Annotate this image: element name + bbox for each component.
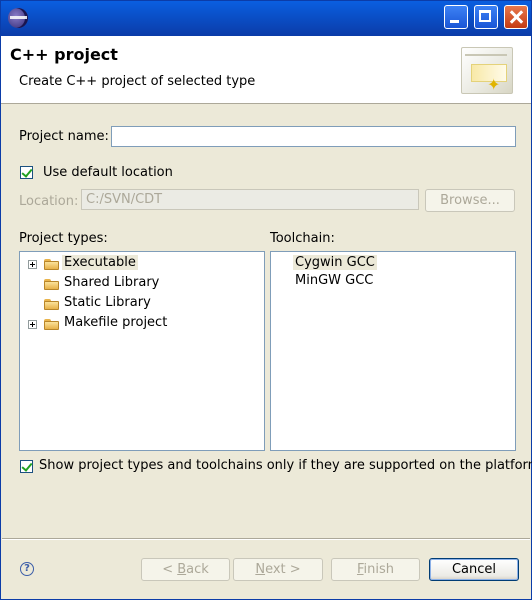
list-item-mingw-gcc[interactable]: MinGW GCC [293,273,375,288]
project-name-input[interactable] [111,126,516,147]
folder-icon [44,319,60,331]
finish-button: Finish [331,558,420,581]
location-label: Location: [19,194,79,209]
page-title: C++ project [10,45,118,64]
plus-expander-icon[interactable] [28,260,37,269]
project-types-label: Project types: [19,231,108,246]
use-default-location-label[interactable]: Use default location [43,165,173,180]
browse-button: Browse... [425,189,515,212]
toolchain-list[interactable]: Cygwin GCC MinGW GCC [270,251,516,451]
title-bar[interactable] [1,1,531,36]
tree-item-shared-library[interactable]: Shared Library [20,275,260,294]
footer-separator [2,538,530,540]
close-icon[interactable] [504,5,528,29]
show-supported-label[interactable]: Show project types and toolchains only i… [39,458,532,473]
wizard-header: C++ project Create C++ project of select… [1,36,531,104]
tree-item-label: Executable [62,255,138,270]
sparkle-icon: ✦ [487,75,501,94]
back-button: < Back [141,558,230,581]
help-icon[interactable]: ? [20,562,34,576]
toolchain-label: Toolchain: [270,231,335,246]
tree-item-static-library[interactable]: Static Library [20,295,260,314]
folder-icon [44,259,60,271]
project-name-label: Project name: [19,129,109,144]
tree-item-makefile-project[interactable]: Makefile project [20,315,260,334]
dialog-window: C++ project Create C++ project of select… [0,0,532,600]
list-item-cygwin-gcc[interactable]: Cygwin GCC [293,255,377,270]
show-supported-checkbox[interactable] [20,460,33,473]
tree-item-label: Makefile project [64,315,168,330]
minimize-icon[interactable] [444,5,468,29]
cancel-button[interactable]: Cancel [429,558,519,581]
maximize-icon[interactable] [474,5,498,29]
page-description: Create C++ project of selected type [19,74,256,89]
folder-icon [44,299,60,311]
project-types-tree[interactable]: Executable Shared Library Static Library… [19,251,265,451]
tree-item-label: Shared Library [64,275,160,290]
tree-item-executable[interactable]: Executable [20,255,260,274]
next-button: Next > [233,558,323,581]
location-input [81,189,419,210]
tree-item-label: Static Library [64,295,151,310]
use-default-location-checkbox[interactable] [20,166,33,179]
folder-icon [44,279,60,291]
plus-expander-icon[interactable] [28,320,37,329]
eclipse-icon [8,8,28,28]
